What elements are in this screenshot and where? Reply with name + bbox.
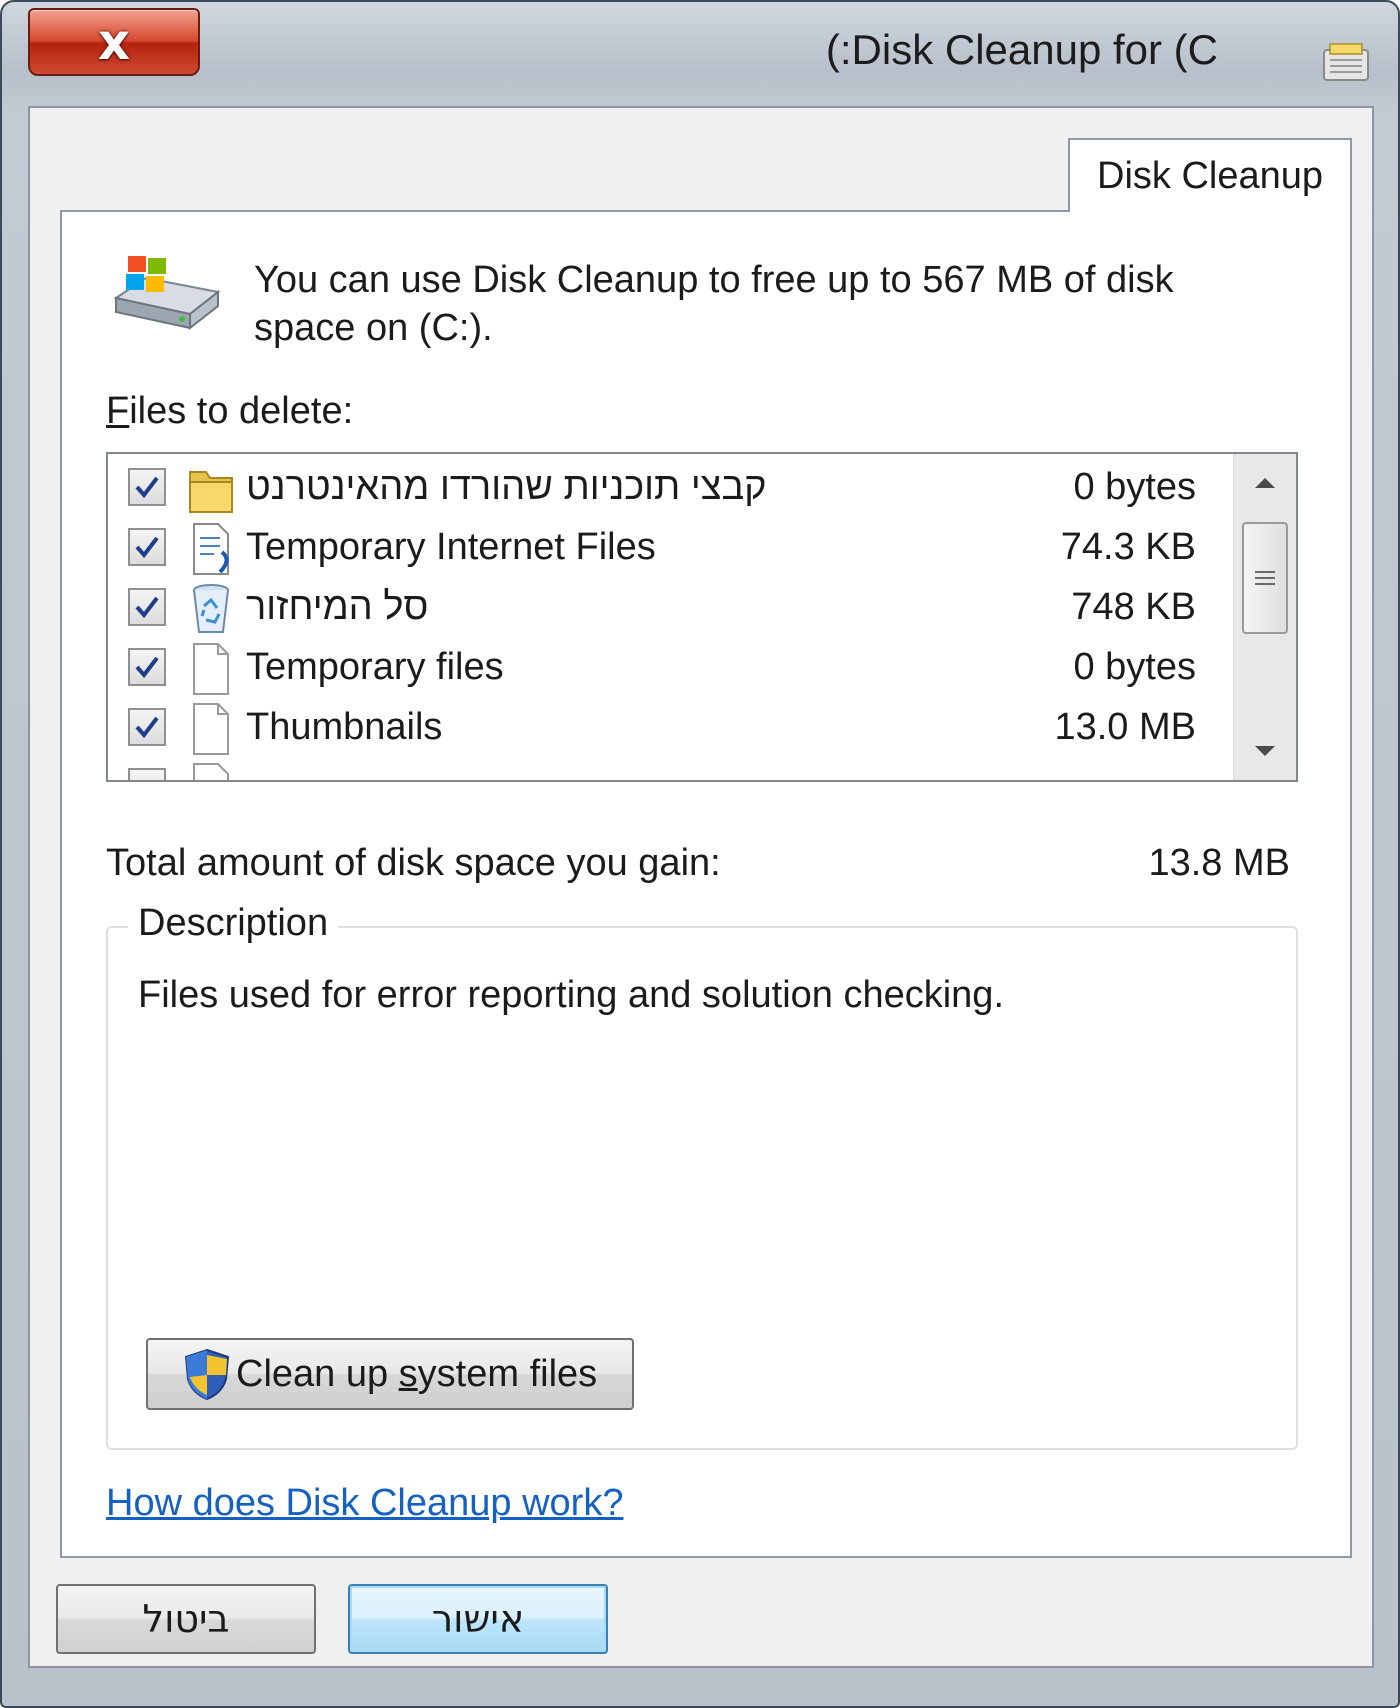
list-item[interactable]: Thumbnails 13.0 MB	[108, 698, 1238, 758]
cancel-button[interactable]: ביטול	[56, 1584, 316, 1654]
disk-cleanup-window: x (:Disk Cleanup for (C Disk Cleanup You…	[0, 0, 1400, 1708]
item-label: סל המיחזור	[246, 586, 429, 628]
blank-page-icon	[193, 763, 229, 780]
help-link[interactable]: How does Disk Cleanup work?	[106, 1482, 623, 1525]
item-label: Thumbnails	[246, 706, 443, 748]
title-bar[interactable]: x (:Disk Cleanup for (C	[2, 2, 1398, 102]
dialog-client-area: Disk Cleanup You can use Disk Cleanup to…	[28, 106, 1374, 1668]
grip-icon	[1255, 571, 1275, 585]
description-title: Description	[128, 902, 339, 945]
checkbox[interactable]	[128, 588, 166, 626]
item-size: 13.0 MB	[1054, 706, 1196, 748]
window-title: (:Disk Cleanup for (C	[825, 26, 1218, 73]
chevron-down-icon	[1255, 746, 1275, 756]
recycle-bin-icon	[193, 584, 229, 633]
checkmark-icon	[135, 656, 159, 679]
chevron-up-icon	[1255, 478, 1275, 488]
checkbox[interactable]	[128, 768, 166, 780]
list-item[interactable]: קבצי תוכניות שהורדו מהאינטרנט 0 bytes	[108, 458, 1238, 518]
tab-panel: You can use Disk Cleanup to free up to 5…	[60, 210, 1352, 1558]
list-item[interactable]: סל המיחזור 748 KB	[108, 578, 1238, 638]
scroll-down-button[interactable]	[1234, 722, 1296, 780]
ok-button[interactable]: אישור	[348, 1584, 608, 1654]
checkmark-icon	[135, 476, 159, 499]
uac-shield-icon	[184, 1348, 230, 1401]
close-button[interactable]: x	[28, 8, 200, 76]
clean-up-system-files-button[interactable]: Clean up system files	[146, 1338, 634, 1410]
checkmark-icon	[135, 536, 159, 559]
document-icon	[193, 523, 229, 575]
description-text: Files used for error reporting and solut…	[138, 974, 1005, 1016]
intro-text: You can use Disk Cleanup to free up to 5…	[254, 259, 1174, 349]
total-space-label: Total amount of disk space you gain:	[106, 842, 721, 884]
item-size: 748 KB	[1071, 586, 1196, 628]
checkmark-icon	[135, 716, 159, 739]
checkbox[interactable]	[128, 708, 166, 746]
list-item-partial[interactable]	[108, 758, 1238, 780]
scroll-up-button[interactable]	[1234, 454, 1296, 512]
disk-cleanup-app-icon	[1323, 43, 1369, 81]
checkbox[interactable]	[128, 468, 166, 506]
checkmark-icon	[135, 596, 159, 619]
tab-disk-cleanup[interactable]: Disk Cleanup	[1068, 138, 1352, 212]
checkbox[interactable]	[128, 648, 166, 686]
blank-page-icon	[193, 643, 229, 695]
files-to-delete-label: Files to delete:	[106, 390, 354, 432]
list-item[interactable]: Temporary files 0 bytes	[108, 638, 1238, 698]
item-size: 0 bytes	[1073, 646, 1196, 688]
close-icon: x	[97, 13, 131, 71]
clean-up-system-files-label: Clean up system files	[236, 1352, 598, 1395]
total-space-value: 13.8 MB	[1148, 842, 1290, 884]
files-list[interactable]: קבצי תוכניות שהורדו מהאינטרנט 0 bytes Te	[106, 452, 1298, 782]
checkbox[interactable]	[128, 528, 166, 566]
description-group: Description Files used for error reporti…	[106, 902, 1298, 1450]
list-item[interactable]: Temporary Internet Files 74.3 KB	[108, 518, 1238, 578]
item-size: 0 bytes	[1073, 466, 1196, 508]
item-label: Temporary files	[246, 646, 504, 688]
blank-page-icon	[193, 703, 229, 755]
item-size: 74.3 KB	[1060, 526, 1196, 568]
item-label: קבצי תוכניות שהורדו מהאינטרנט	[246, 466, 767, 508]
scroll-thumb[interactable]	[1242, 522, 1288, 634]
folder-icon	[189, 471, 233, 513]
item-label: Temporary Internet Files	[246, 526, 656, 568]
list-scrollbar[interactable]	[1233, 454, 1296, 780]
hard-drive-icon	[113, 256, 221, 331]
